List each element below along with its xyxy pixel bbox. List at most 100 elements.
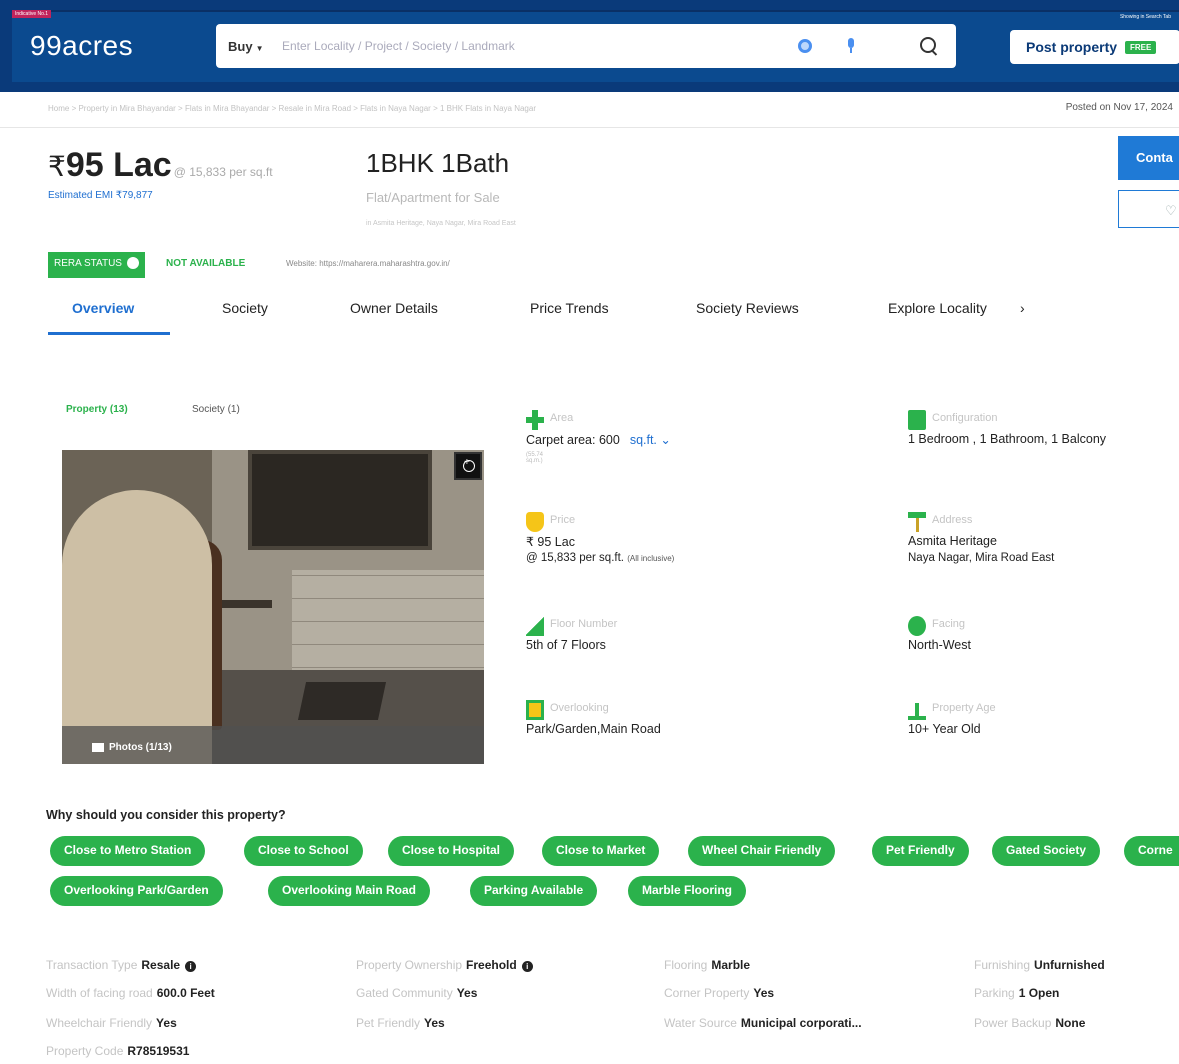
detail-value: 1 Bedroom , 1 Bathroom, 1 Balcony [908,432,1107,446]
feature-chip[interactable]: Overlooking Main Road [268,876,431,906]
fact-value: Freehold [466,958,517,972]
detail-value: Park/Garden,Main Road [526,722,661,736]
breadcrumb[interactable]: Home > Property in Mira Bhayandar > Flat… [48,104,536,113]
fact-value: Yes [156,1016,177,1030]
overlooking-icon [526,700,544,720]
area-icon [526,410,544,430]
feature-chip[interactable]: Pet Friendly [872,836,969,866]
search-icon[interactable] [920,37,938,55]
feature-chip[interactable]: Close to Market [542,836,660,866]
property-subtitle: Flat/Apartment for Sale [366,190,500,205]
location-icon[interactable] [798,39,812,53]
info-icon[interactable]: i [185,961,197,972]
image-icon [92,743,104,752]
detail-label: Area [550,412,574,424]
fact-value: None [1055,1016,1086,1030]
area-conversion: (55.74 sq.m.) [526,452,544,464]
fact-value: Resale [141,958,181,972]
feature-chip[interactable]: Corne [1124,836,1179,866]
detail-label: Price [550,514,576,526]
rera-label: RERA STATUS [54,258,122,269]
why-consider-heading: Why should you consider this property? [46,808,286,822]
fact-label: Gated Community [356,986,453,1000]
fact-label: Property Ownership [356,958,463,972]
info-icon[interactable]: i [521,961,533,972]
fact-corner: Corner Property Yes [664,986,774,1000]
price-heading: ₹95 Lac @ 15,833 per sq.ft [48,146,273,185]
buy-dropdown[interactable]: Buy ▼ [216,39,282,54]
tab-society-reviews[interactable]: Society Reviews [696,300,799,316]
feature-chip[interactable]: Close to School [244,836,363,866]
posted-date: Posted on Nov 17, 2024 [1065,102,1173,113]
fact-furnishing: Furnishing Unfurnished [974,958,1105,972]
header-note: Showing in Search Tab [1119,14,1171,20]
unit-dropdown[interactable]: sq.ft. ⌄ [630,433,671,447]
rera-status-badge[interactable]: RERA STATUS [48,252,145,278]
zoom-icon[interactable] [454,452,482,480]
active-tab-indicator [48,332,170,335]
fact-label: Pet Friendly [356,1016,421,1030]
carpet-area: Carpet area: 600 [526,433,620,447]
detail-sub: Naya Nagar, Mira Road East [908,552,1055,564]
fact-flooring: Flooring Marble [664,958,750,972]
detail-value: Carpet area: 600 sq.ft. ⌄ [526,432,671,447]
post-property-button[interactable]: Post property FREE [1010,30,1179,64]
heart-icon: ♡ [1165,203,1177,218]
detail-label: Floor Number [550,618,618,630]
fact-parking: Parking 1 Open [974,986,1059,1000]
currency-symbol: ₹ [48,151,66,182]
property-photo[interactable]: Photos (1/13) [62,450,484,764]
shortlist-button[interactable]: ♡ [1118,190,1179,228]
fact-value: Yes [456,986,478,1000]
section-tabs: Overview Society Owner Details Price Tre… [48,286,1048,336]
fact-power-backup: Power Backup None [974,1016,1085,1030]
detail-value: 5th of 7 Floors [526,638,606,652]
post-property-label: Post property [1026,39,1118,55]
feature-chip[interactable]: Marble Flooring [628,876,746,906]
tab-society-photos[interactable]: Society (1) [192,404,240,415]
tab-property-photos[interactable]: Property (13) [66,404,128,415]
tab-society[interactable]: Society [222,300,268,316]
feature-chip[interactable]: Gated Society [992,836,1101,866]
feature-chip[interactable]: Wheel Chair Friendly [688,836,836,866]
fact-property-code: Property Code R78519531 [46,1044,189,1058]
fact-ownership: Property Ownership Freehold i [356,958,533,972]
photo-counter-label: Photos (1/13) [109,742,172,753]
address-icon [908,512,926,532]
microphone-icon[interactable] [846,38,856,54]
chevron-right-icon[interactable]: › [1020,300,1025,316]
fact-value: R78519531 [127,1044,190,1058]
age-icon [908,700,926,720]
photo-counter[interactable]: Photos (1/13) [92,742,172,753]
feature-chip[interactable]: Overlooking Park/Garden [50,876,223,906]
fact-label: Parking [974,986,1015,1000]
detail-label: Configuration [932,412,998,424]
compass-icon [908,616,926,636]
rera-website[interactable]: Website: https://maharera.maharashtra.go… [286,259,450,268]
fact-label: Water Source [664,1016,737,1030]
contact-owner-button[interactable]: Conta [1118,136,1179,180]
feature-chip[interactable]: Parking Available [470,876,598,906]
breadcrumb-strip: Home > Property in Mira Bhayandar > Flat… [0,92,1179,128]
search-input[interactable] [282,31,798,61]
emi-link[interactable]: Estimated EMI ₹79,877 [48,190,153,201]
tab-explore-locality[interactable]: Explore Locality [888,300,987,316]
tab-price-trends[interactable]: Price Trends [530,300,609,316]
fact-value: Municipal corporati... [740,1016,862,1030]
tab-owner-details[interactable]: Owner Details [350,300,438,316]
fact-pet-friendly: Pet Friendly Yes [356,1016,445,1030]
feature-chip[interactable]: Close to Hospital [388,836,515,866]
fact-label: Flooring [664,958,708,972]
fact-water-source: Water Source Municipal corporati... [664,1016,862,1030]
price-per-sqft: @ 15,833 per sq.ft [173,165,273,179]
indicative-tag: Indicative No.1 [12,10,52,18]
fact-value: 600.0 Feet [156,986,215,1000]
floor-icon [526,616,544,636]
price-per-sqft-detail: @ 15,833 per sq.ft. [526,552,624,564]
feature-chip[interactable]: Close to Metro Station [50,836,206,866]
fact-road-width: Width of facing road 600.0 Feet [46,986,215,1000]
fact-value: Yes [424,1016,445,1030]
site-logo[interactable]: 99acres [30,30,133,62]
address-line: in Asmita Heritage, Naya Nagar, Mira Roa… [366,220,516,227]
tab-overview[interactable]: Overview [72,300,134,316]
